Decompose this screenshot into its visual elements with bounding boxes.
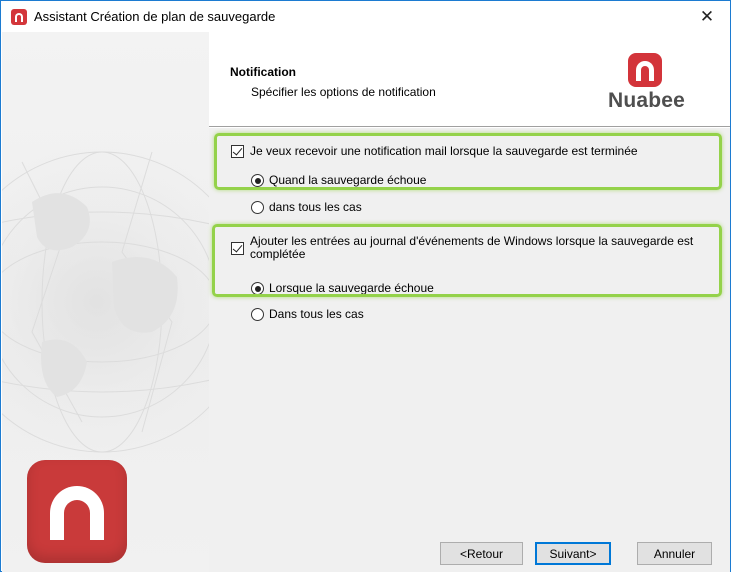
eventlog-radio-all[interactable]: [251, 308, 264, 321]
eventlog-radio-fail[interactable]: [251, 282, 264, 295]
eventlog-radio-fail-option[interactable]: Lorsque la sauvegarde échoue: [251, 281, 434, 295]
page-title: Notification: [230, 65, 296, 79]
button-bar: <Retour Suivant> Annuler: [209, 531, 730, 572]
email-notification-checkbox[interactable]: [231, 145, 244, 158]
email-radio-fail[interactable]: [251, 174, 264, 187]
email-notification-option[interactable]: Je veux recevoir une notification mail l…: [231, 144, 638, 158]
email-radio-fail-option[interactable]: Quand la sauvegarde échoue: [251, 173, 426, 187]
left-decorative-panel: [2, 32, 209, 572]
eventlog-option[interactable]: Ajouter les entrées au journal d'événeme…: [231, 235, 700, 261]
title-bar: Assistant Création de plan de sauvegarde…: [1, 1, 730, 32]
nuabee-large-logo-icon: [27, 460, 127, 563]
email-radio-all[interactable]: [251, 201, 264, 214]
back-button[interactable]: <Retour: [440, 542, 523, 565]
window-title: Assistant Création de plan de sauvegarde: [34, 9, 276, 24]
eventlog-checkbox[interactable]: [231, 242, 244, 255]
email-radio-all-option[interactable]: dans tous les cas: [251, 200, 362, 214]
eventlog-radio-all-label: Dans tous les cas: [269, 307, 364, 321]
nuabee-logo-icon: [11, 9, 27, 25]
eventlog-label: Ajouter les entrées au journal d'événeme…: [250, 234, 694, 261]
options-panel: Je veux recevoir une notification mail l…: [209, 128, 730, 531]
cancel-button[interactable]: Annuler: [637, 542, 712, 565]
email-notification-label: Je veux recevoir une notification mail l…: [250, 144, 638, 158]
eventlog-radio-all-option[interactable]: Dans tous les cas: [251, 307, 364, 321]
close-icon[interactable]: ✕: [684, 1, 730, 32]
page-subtitle: Spécifier les options de notification: [251, 85, 436, 99]
wizard-header: Notification Spécifier les options de no…: [209, 32, 730, 127]
next-button[interactable]: Suivant>: [535, 542, 611, 565]
wizard-window: Assistant Création de plan de sauvegarde…: [0, 0, 731, 572]
brand-logo: Nuabee: [606, 53, 706, 123]
email-radio-all-label: dans tous les cas: [269, 200, 362, 214]
brand-name: Nuabee: [608, 89, 686, 112]
email-radio-fail-label: Quand la sauvegarde échoue: [269, 173, 427, 187]
eventlog-radio-fail-label: Lorsque la sauvegarde échoue: [269, 281, 434, 295]
nuabee-brand-icon: [628, 53, 662, 87]
